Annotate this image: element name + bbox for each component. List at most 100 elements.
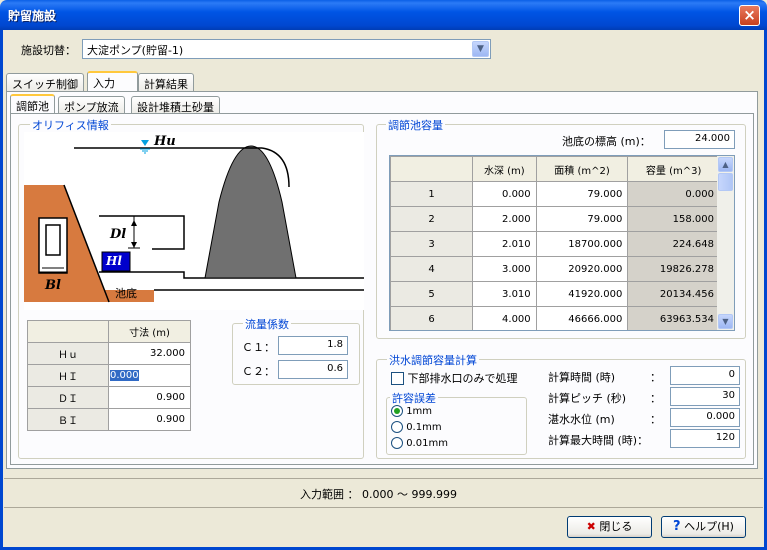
facility-label: 施設切替：	[21, 44, 76, 57]
volume-cell: 224.648	[627, 231, 720, 257]
help-button[interactable]: ? ヘルプ(H)	[661, 516, 746, 538]
close-button[interactable]: ✖ 閉じる	[567, 516, 652, 538]
tab-input[interactable]: 入力	[87, 71, 138, 91]
calc-pitch-colon: ：	[650, 392, 661, 405]
depth-cell[interactable]: 3.000	[472, 256, 537, 282]
hu-label: Hu	[154, 134, 176, 149]
subtab-pump[interactable]: ポンプ放流	[58, 96, 125, 114]
capacity-grid[interactable]: 水深 (m) 面積 (m^2) 容量 (m^3) 1 0.000 79.000 0.0…	[389, 155, 735, 331]
area-cell[interactable]: 18700.000	[535, 231, 629, 257]
bi-cell[interactable]: 0.900	[108, 408, 191, 431]
depth-cell[interactable]: 2.010	[472, 231, 537, 257]
radio-label[interactable]: 1mm	[406, 406, 432, 417]
flood-level-input[interactable]: 0.000	[670, 408, 740, 427]
row-number[interactable]: 6	[390, 306, 473, 330]
hu-cell[interactable]: 32.000	[108, 342, 191, 365]
table-row[interactable]: 1 0.000 79.000 0.000	[390, 181, 720, 207]
close-window-button[interactable]: ×	[739, 5, 760, 26]
row-number[interactable]: 2	[390, 206, 473, 232]
radio-label[interactable]: 0.01mm	[406, 438, 448, 449]
scroll-down-icon[interactable]: ▼	[718, 314, 733, 329]
pond-elevation-label: 池底の標高 (m)：	[562, 135, 651, 148]
volume-cell: 0.000	[627, 181, 720, 207]
button-divider	[4, 507, 763, 508]
radio-button[interactable]	[391, 421, 403, 433]
input-range-status: 入力範囲 ： 0.000 〜 999.999	[300, 488, 457, 501]
bottom-outlet-checkbox[interactable]: 下部排水口のみで処理	[391, 370, 518, 386]
c1-input[interactable]: 1.8	[278, 336, 348, 355]
subtab-sediment[interactable]: 設計堆積土砂量	[131, 96, 220, 114]
tab-results[interactable]: 計算結果	[138, 73, 194, 91]
table-row[interactable]: 2 2.000 79.000 158.000	[390, 206, 720, 232]
table-row: ＢＩ 0.900	[27, 408, 191, 431]
calc-time-input[interactable]: 0	[670, 366, 740, 385]
checkbox-box[interactable]	[391, 371, 404, 385]
grid-corner	[390, 156, 473, 182]
row-number[interactable]: 4	[390, 256, 473, 282]
depth-cell[interactable]: 0.000	[472, 181, 537, 207]
area-cell[interactable]: 79.000	[535, 181, 629, 207]
scroll-up-icon[interactable]: ▲	[718, 157, 733, 172]
table-corner	[27, 320, 109, 343]
depth-cell[interactable]: 2.000	[472, 206, 537, 232]
pond-elevation-input[interactable]: 24.000	[664, 130, 735, 149]
max-time-input[interactable]: 120	[670, 429, 740, 448]
hi-cell-value[interactable]: 0.000	[110, 370, 139, 381]
di-cell[interactable]: 0.900	[108, 386, 191, 409]
hi-cell[interactable]: 0.000	[108, 364, 191, 387]
flood-calc-title: 洪水調節容量計算	[387, 352, 479, 368]
table-row[interactable]: 4 3.000 20920.000 19826.278	[390, 256, 720, 282]
row-header-hi: ＨＩ	[27, 364, 109, 387]
row-header-hu: Ｈｕ	[27, 342, 109, 365]
orifice-diagram	[24, 132, 364, 310]
radio-button[interactable]	[391, 437, 403, 449]
vertical-scrollbar[interactable]: ▲ ▼	[717, 156, 734, 330]
facility-select[interactable]: 大淀ポンプ(貯留-1) ▼	[82, 39, 491, 59]
flood-level-label: 湛水水位 (m)	[548, 413, 615, 426]
close-x-icon: ✖	[586, 520, 596, 533]
flood-level-colon: ：	[650, 413, 661, 426]
c2-input[interactable]: 0.6	[278, 360, 348, 379]
column-header-volume: 容量 (m^3)	[627, 156, 720, 182]
max-time-label: 計算最大時間 (時)：	[548, 434, 649, 447]
area-cell[interactable]: 20920.000	[535, 256, 629, 282]
calc-pitch-input[interactable]: 30	[670, 387, 740, 406]
row-number[interactable]: 1	[390, 181, 473, 207]
bottom-outlet-label[interactable]: 下部排水口のみで処理	[408, 372, 518, 385]
c1-label: Ｃ１：	[242, 341, 275, 354]
tolerance-title: 許容誤差	[390, 390, 438, 406]
radio-label[interactable]: 0.1mm	[406, 422, 441, 433]
area-cell[interactable]: 41920.000	[535, 281, 629, 307]
table-row[interactable]: 5 3.010 41920.000 20134.456	[390, 281, 720, 307]
row-number[interactable]: 5	[390, 281, 473, 307]
radio-0-1mm[interactable]: 0.1mm	[391, 421, 442, 433]
calc-pitch-label: 計算ピッチ (秒)	[548, 392, 627, 405]
pond-capacity-title: 調節池容量	[386, 117, 445, 133]
tab-switch-control[interactable]: スイッチ制御	[6, 73, 84, 91]
dl-label: Dl	[110, 227, 127, 242]
chevron-down-icon[interactable]: ▼	[472, 41, 489, 57]
volume-cell: 63963.534	[627, 306, 720, 330]
radio-0-01mm[interactable]: 0.01mm	[391, 437, 448, 449]
depth-cell[interactable]: 3.010	[472, 281, 537, 307]
help-button-label: ヘルプ(H)	[684, 520, 734, 533]
table-row: Ｈｕ 32.000	[27, 342, 191, 365]
row-number[interactable]: 3	[390, 231, 473, 257]
pond-bottom-label: 池底	[115, 287, 137, 300]
calc-time-label: 計算時間 (時)	[548, 371, 616, 384]
subtab-pond[interactable]: 調節池	[10, 94, 55, 114]
area-cell[interactable]: 46666.000	[535, 306, 629, 330]
title-bar: 貯留施設 ×	[0, 0, 767, 30]
close-button-label: 閉じる	[599, 520, 633, 533]
help-icon: ?	[673, 519, 681, 534]
scroll-thumb[interactable]	[718, 173, 733, 191]
radio-1mm[interactable]: 1mm	[391, 405, 432, 417]
facility-select-value: 大淀ポンプ(貯留-1)	[87, 44, 184, 57]
depth-cell[interactable]: 4.000	[472, 306, 537, 330]
radio-button[interactable]	[391, 405, 403, 417]
table-row[interactable]: 3 2.010 18700.000 224.648	[390, 231, 720, 257]
table-row[interactable]: 6 4.000 46666.000 63963.534	[390, 306, 720, 330]
bl-label: Bl	[45, 278, 61, 293]
area-cell[interactable]: 79.000	[535, 206, 629, 232]
column-header-area: 面積 (m^2)	[535, 156, 629, 182]
